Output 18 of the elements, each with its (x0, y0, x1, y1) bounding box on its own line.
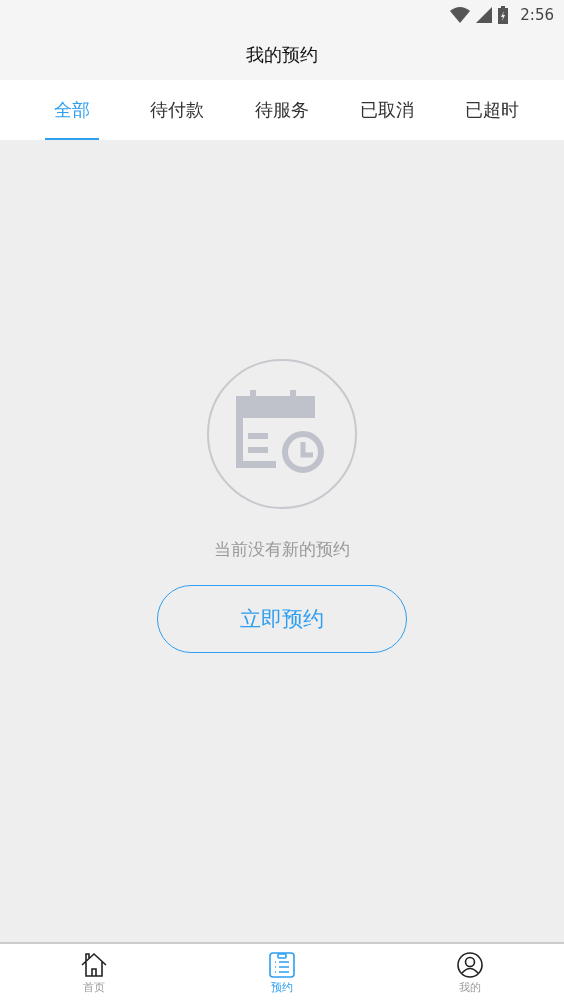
signal-icon (476, 7, 493, 23)
tab[interactable]: 待付款 (124, 80, 230, 140)
nav-item[interactable]: 我的 (376, 944, 564, 1002)
tab[interactable]: 已取消 (334, 80, 440, 140)
empty-message: 当前没有新的预约 (214, 538, 350, 561)
calendar-clock-icon (206, 358, 358, 510)
nav-item[interactable]: 首页 (0, 944, 188, 1002)
user-icon (457, 951, 483, 978)
tab[interactable]: 全部 (20, 80, 125, 140)
page-title: 我的预约 (246, 43, 318, 67)
home-icon (81, 951, 107, 978)
nav-item[interactable]: 预约 (188, 944, 376, 1002)
status-time: 2:56 (520, 6, 554, 24)
battery-icon (498, 6, 509, 24)
wifi-icon (450, 7, 471, 23)
tab[interactable]: 已超时 (439, 80, 544, 140)
tab[interactable]: 待服务 (229, 80, 335, 140)
clipboard-list-icon (269, 951, 295, 978)
